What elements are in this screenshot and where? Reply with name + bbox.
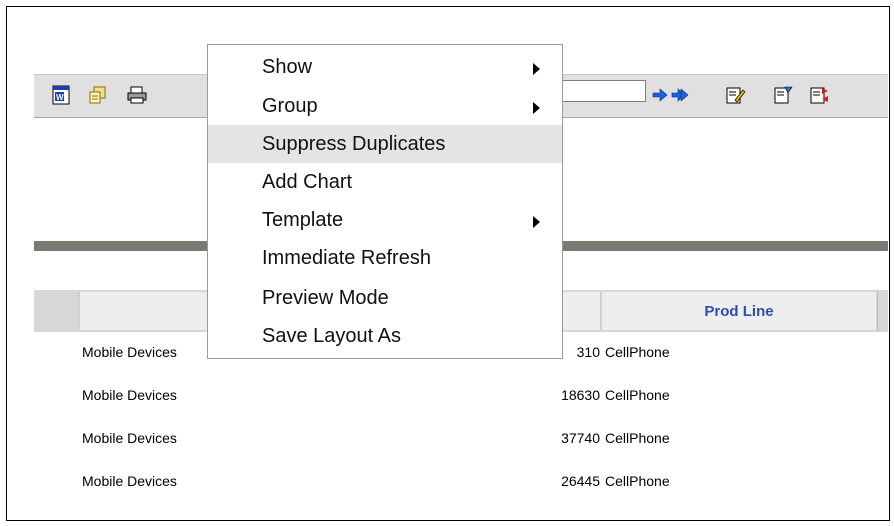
menu-item-label: Template xyxy=(262,209,344,231)
submenu-arrow-icon xyxy=(533,102,540,114)
submenu-arrow-icon xyxy=(533,63,540,75)
properties-icon[interactable] xyxy=(772,84,794,106)
print-icon[interactable] xyxy=(126,84,148,106)
menu-item-label: Group xyxy=(262,95,318,117)
submenu-arrow-icon xyxy=(533,216,540,228)
edit-icon[interactable] xyxy=(724,84,746,106)
cell-prod-line: CellPhone xyxy=(605,344,670,360)
menu-item-label: Preview Mode xyxy=(262,287,389,309)
cell-value: 18630 xyxy=(561,387,600,403)
cell-prod-line: CellPhone xyxy=(605,387,670,403)
menu-item-label: Immediate Refresh xyxy=(262,247,431,269)
page-number-input[interactable] xyxy=(560,80,646,102)
column-header-prod-line[interactable]: Prod Line xyxy=(600,292,876,330)
cell-prod-line: CellPhone xyxy=(605,430,670,446)
word-export-icon[interactable]: W xyxy=(50,84,72,106)
cell-group: Mobile Devices xyxy=(82,387,177,403)
cell-group: Mobile Devices xyxy=(82,430,177,446)
cell-value: 26445 xyxy=(561,473,600,489)
last-arrow-icon[interactable] xyxy=(670,84,692,106)
cell-prod-line: CellPhone xyxy=(605,473,670,489)
cell-group: Mobile Devices xyxy=(82,473,177,489)
menu-item-template[interactable]: Template xyxy=(208,201,562,239)
menu-item-label: Suppress Duplicates xyxy=(262,133,446,155)
menu-item-preview-mode[interactable]: Preview Mode xyxy=(208,279,562,317)
menu-item-label: Save Layout As xyxy=(262,325,401,347)
cell-value: 37740 xyxy=(561,430,600,446)
menu-item-add-chart[interactable]: Add Chart xyxy=(208,163,562,201)
column-divider xyxy=(877,290,878,332)
menu-item-immediate-refresh[interactable]: Immediate Refresh xyxy=(208,239,562,277)
menu-item-label: Add Chart xyxy=(262,171,353,193)
menu-item-show[interactable]: Show xyxy=(208,48,562,86)
svg-text:W: W xyxy=(56,93,64,102)
menu-item-group[interactable]: Group xyxy=(208,87,562,125)
copy-icon[interactable] xyxy=(86,84,108,106)
column-header-prod-line-label: Prod Line xyxy=(704,302,774,320)
refresh-icon[interactable] xyxy=(808,84,830,106)
context-menu: Show Group Suppress Duplicates Add Chart… xyxy=(207,44,563,359)
menu-item-suppress-duplicates[interactable]: Suppress Duplicates xyxy=(208,125,562,163)
cell-group: Mobile Devices xyxy=(82,344,177,360)
next-arrow-icon[interactable] xyxy=(649,84,671,106)
menu-item-label: Show xyxy=(262,56,313,78)
menu-item-save-layout-as[interactable]: Save Layout As xyxy=(208,317,562,355)
